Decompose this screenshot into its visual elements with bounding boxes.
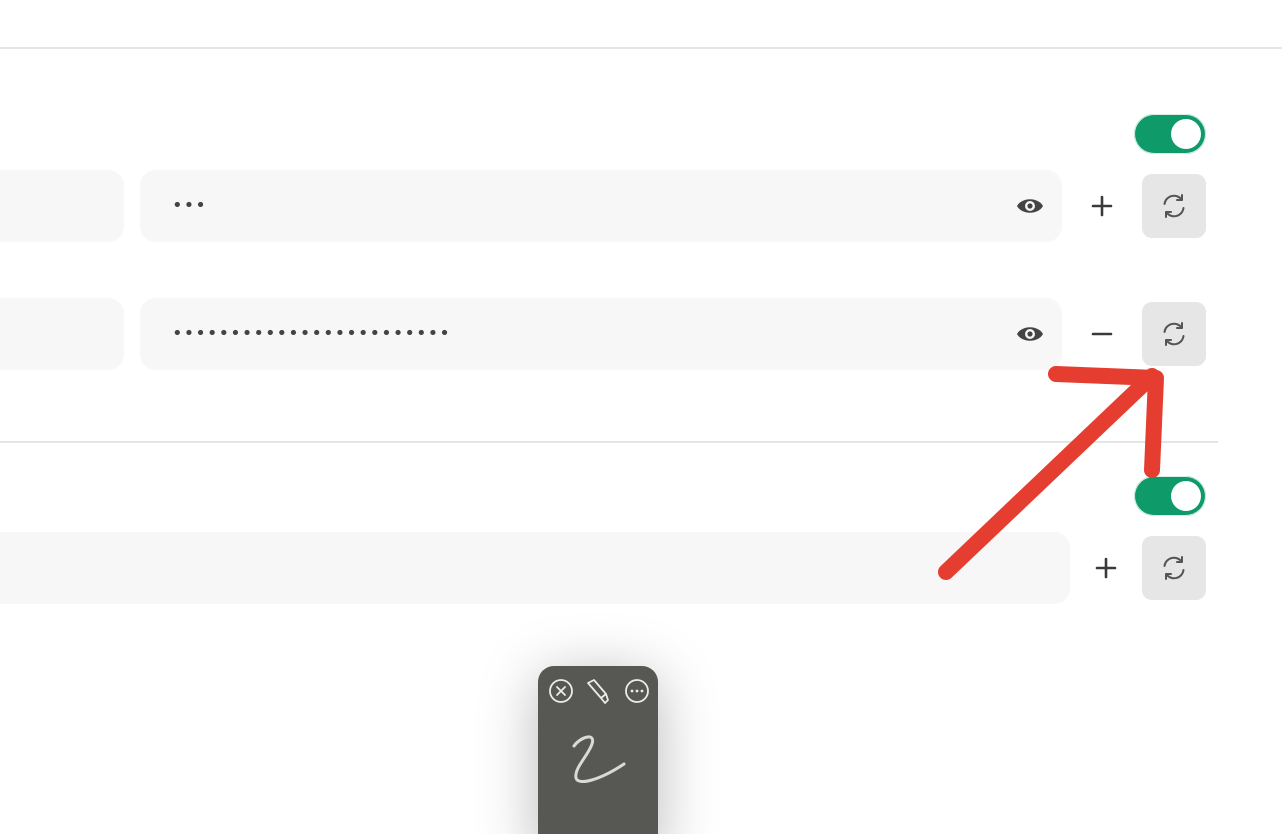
section2-toggle[interactable] [1134, 476, 1206, 516]
regenerate-button-2[interactable] [1142, 302, 1206, 366]
toggle-knob [1171, 119, 1201, 149]
plus-icon [1095, 557, 1117, 579]
header-divider [0, 47, 1282, 49]
secret-value-masked: ••• [172, 195, 207, 216]
section1-toggle[interactable] [1134, 114, 1206, 154]
eye-icon [1017, 199, 1043, 213]
highlighter-icon[interactable] [585, 678, 611, 704]
add-row-button[interactable] [1082, 186, 1122, 226]
regenerate-button-3[interactable] [1142, 536, 1206, 600]
eye-icon [1017, 327, 1043, 341]
key-name-field-2[interactable] [0, 298, 124, 370]
secret-value-field-1[interactable]: ••• [140, 170, 1062, 242]
signature-panel [538, 666, 658, 834]
remove-row-button[interactable] [1082, 314, 1122, 354]
regenerate-button-1[interactable] [1142, 174, 1206, 238]
plus-icon [1091, 195, 1113, 217]
settings-page: ••• •••••••••••••••••••••••• [0, 0, 1282, 834]
toggle-knob [1171, 481, 1201, 511]
close-icon[interactable] [548, 678, 574, 704]
show-secret-button[interactable] [1014, 322, 1046, 346]
section2-input-field[interactable] [0, 532, 1070, 604]
secret-value-masked: •••••••••••••••••••••••• [172, 323, 451, 344]
refresh-icon [1163, 194, 1185, 218]
add-row-button[interactable] [1086, 548, 1126, 588]
minus-icon [1091, 332, 1113, 336]
show-secret-button[interactable] [1014, 194, 1046, 218]
signature-stroke [572, 735, 626, 783]
secret-value-field-2[interactable]: •••••••••••••••••••••••• [140, 298, 1062, 370]
refresh-icon [1163, 556, 1185, 580]
key-name-field-1[interactable] [0, 170, 124, 242]
more-icon[interactable] [624, 678, 650, 704]
refresh-icon [1163, 322, 1185, 346]
section-divider [0, 441, 1218, 443]
arrow-head [1048, 366, 1164, 478]
